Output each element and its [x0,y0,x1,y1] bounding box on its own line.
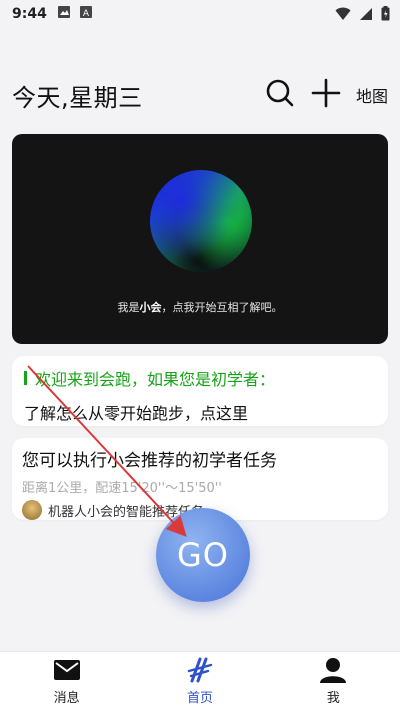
beginner-headline-row: 欢迎来到会跑，如果您是初学者： [24,366,376,390]
home-logo-icon [186,657,214,683]
hero-text-prefix: 我是 [117,301,140,314]
tab-home[interactable]: 首页 [133,652,266,711]
assistant-hero-card[interactable]: 我是小会，点我开始互相了解吧。 [12,134,388,344]
tab-label-home: 首页 [186,691,213,706]
image-icon [57,5,71,23]
beginner-guide-card[interactable]: 欢迎来到会跑，如果您是初学者： 了解怎么从零开始跑步，点这里 [12,356,388,426]
status-time: 9:44 [12,6,47,22]
status-bar: 9:44 A [0,0,400,28]
a-box-icon: A [79,5,93,23]
go-button[interactable]: GO [156,508,250,602]
page-title: 今天,星期三 [12,83,143,112]
add-button[interactable] [306,75,346,115]
map-link[interactable]: 地图 [356,83,388,107]
plus-icon [311,78,341,112]
tab-label-me: 我 [326,691,340,706]
battery-icon [381,6,390,25]
beginner-body: 了解怎么从零开始跑步，点这里 [24,404,249,423]
bottom-tabbar: 消息 首页 我 [0,651,400,711]
page-header: 今天,星期三 地图 [0,70,400,120]
search-button[interactable] [260,75,300,115]
accent-bar [24,371,27,385]
hero-text-name: 小会 [139,301,162,314]
svg-text:A: A [83,9,90,19]
beginner-headline: 欢迎来到会跑，如果您是初学者： [35,370,276,389]
hero-text: 我是小会，点我开始互相了解吧。 [12,299,388,315]
hero-text-suffix: ，点我开始互相了解吧。 [161,301,283,314]
tab-me[interactable]: 我 [267,652,400,711]
avatar [22,500,42,520]
mail-icon [53,657,80,683]
tab-label-messages: 消息 [53,691,80,706]
wifi-icon [335,7,351,25]
assistant-orb [150,170,252,272]
search-icon [265,78,295,112]
person-icon [320,657,347,683]
signal-icon [359,7,373,25]
task-title: 您可以执行小会推荐的初学者任务 [22,451,277,471]
tab-messages[interactable]: 消息 [0,652,133,711]
task-details: 距离1公里，配速15'20''～15'50'' [22,481,222,496]
